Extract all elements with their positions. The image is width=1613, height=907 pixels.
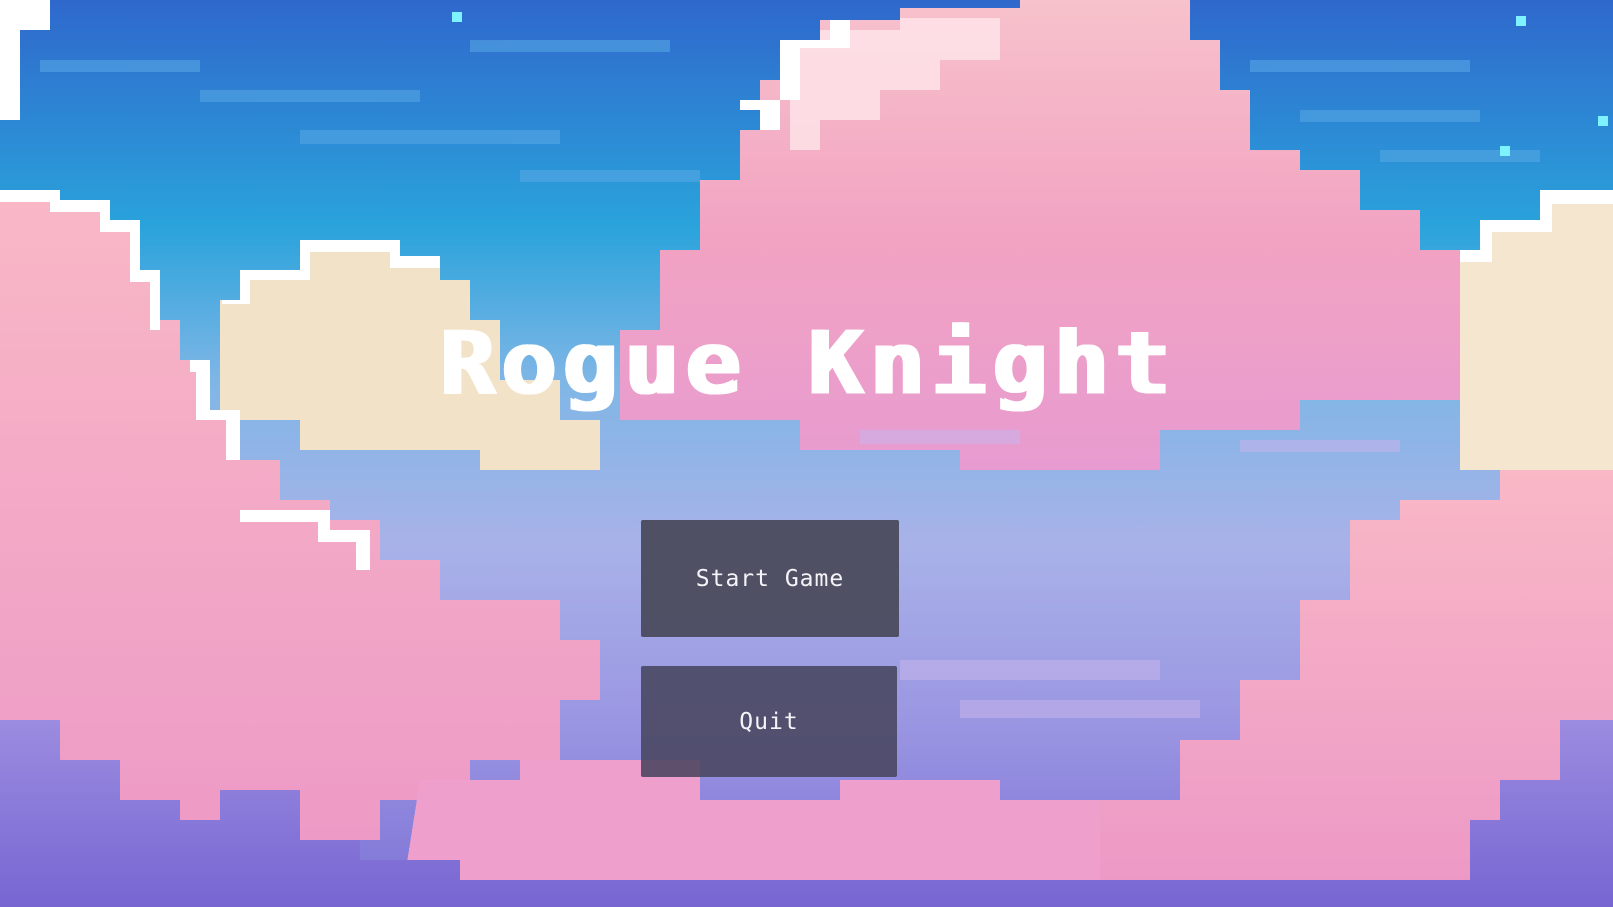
game-title: Rogue Knight (438, 312, 1175, 415)
quit-button[interactable]: Quit (641, 666, 897, 777)
start-game-button[interactable]: Start Game (641, 520, 899, 637)
title-screen: Rogue Knight Start Game Quit (0, 0, 1613, 907)
